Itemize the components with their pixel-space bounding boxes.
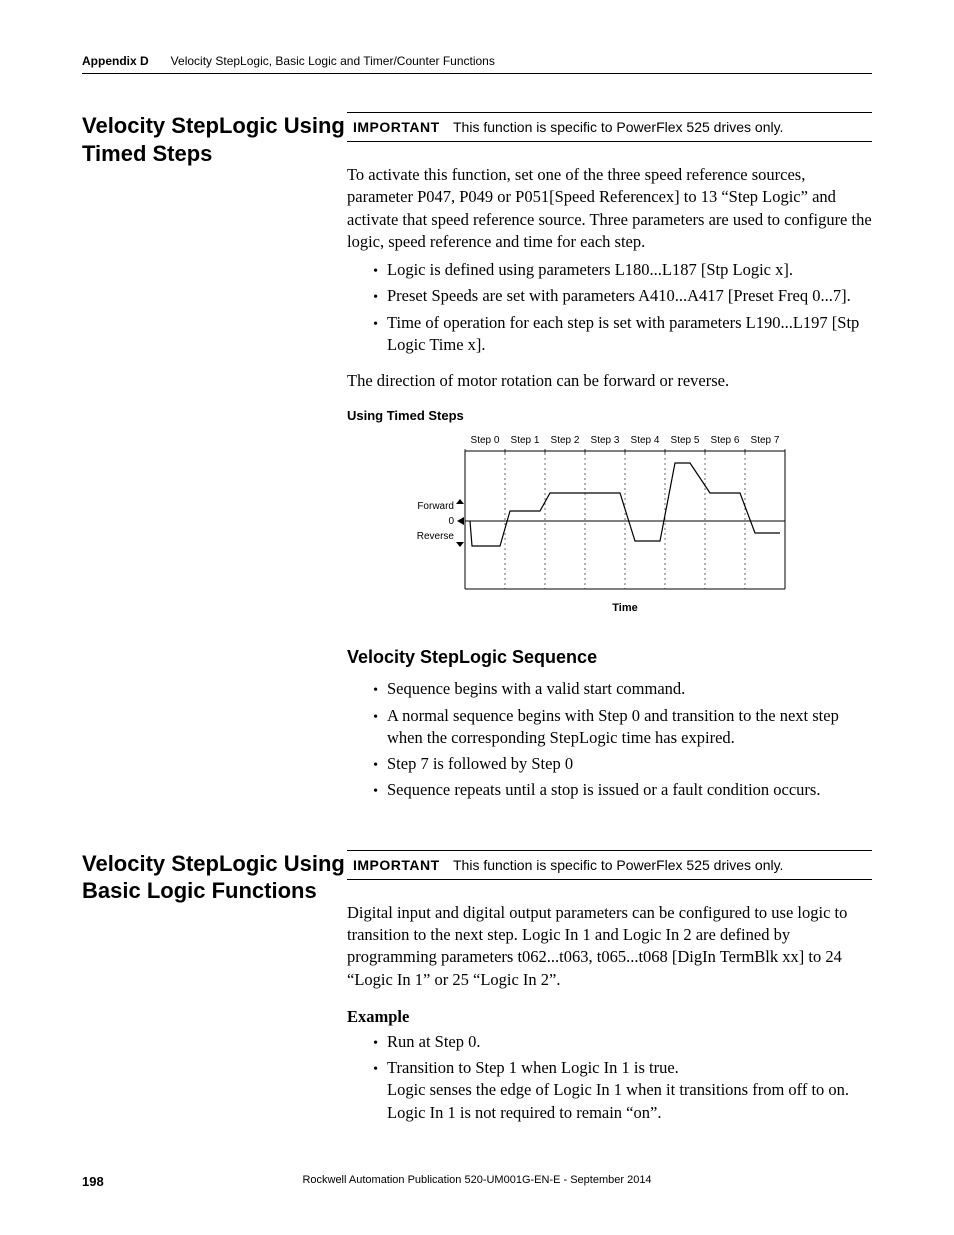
bullets-config: Logic is defined using parameters L180..… <box>347 259 872 356</box>
important-label: IMPORTANT <box>353 857 453 873</box>
chart-timed-steps: Step 0 Step 1 Step 2 Step 3 Step 4 Step … <box>347 431 872 621</box>
list-item: Preset Speeds are set with parameters A4… <box>385 285 872 307</box>
ylabel-zero: 0 <box>448 516 454 527</box>
tick-step4: Step 4 <box>630 435 659 446</box>
arrow-right-icon <box>457 517 464 525</box>
para-activate: To activate this function, set one of th… <box>347 164 872 253</box>
list-item: Transition to Step 1 when Logic In 1 is … <box>385 1057 872 1124</box>
example-heading: Example <box>347 1007 872 1027</box>
header-title: Velocity StepLogic, Basic Logic and Time… <box>171 54 495 68</box>
tick-step6: Step 6 <box>710 435 739 446</box>
list-item: A normal sequence begins with Step 0 and… <box>385 705 872 750</box>
important-text: This function is specific to PowerFlex 5… <box>453 857 783 873</box>
subhead-sequence: Velocity StepLogic Sequence <box>347 647 872 668</box>
bullets-sequence: Sequence begins with a valid start comma… <box>347 678 872 801</box>
tick-step0: Step 0 <box>470 435 499 446</box>
list-item: Sequence begins with a valid start comma… <box>385 678 872 700</box>
section-heading-timed: Velocity StepLogic Using Timed Steps <box>82 112 347 167</box>
section-timed-steps: Velocity StepLogic Using Timed Steps IMP… <box>82 112 872 816</box>
header-appendix: Appendix D <box>82 54 149 68</box>
list-item: Sequence repeats until a stop is issued … <box>385 779 872 801</box>
page-body: Velocity StepLogic Using Timed Steps IMP… <box>82 112 872 1155</box>
ylabel-reverse: Reverse <box>416 531 454 542</box>
list-item: Time of operation for each step is set w… <box>385 312 872 357</box>
page-footer: 198 Rockwell Automation Publication 520-… <box>82 1174 872 1189</box>
tick-step5: Step 5 <box>670 435 699 446</box>
para-digital: Digital input and digital output paramet… <box>347 902 872 991</box>
section-basic-logic: Velocity StepLogic Using Basic Logic Fun… <box>82 850 872 1138</box>
bullets-example: Run at Step 0. Transition to Step 1 when… <box>347 1031 872 1124</box>
ylabel-forward: Forward <box>417 501 454 512</box>
page: Appendix D Velocity StepLogic, Basic Log… <box>0 0 954 1235</box>
publication-id: Rockwell Automation Publication 520-UM00… <box>82 1174 872 1186</box>
arrow-up-icon <box>456 499 464 504</box>
chart-svg: Step 0 Step 1 Step 2 Step 3 Step 4 Step … <box>390 431 830 621</box>
list-item: Step 7 is followed by Step 0 <box>385 753 872 775</box>
tick-step7: Step 7 <box>750 435 779 446</box>
tick-step3: Step 3 <box>590 435 619 446</box>
important-box-1: IMPORTANT This function is specific to P… <box>347 112 872 142</box>
tick-step1: Step 1 <box>510 435 539 446</box>
arrow-down-icon <box>456 542 464 547</box>
tick-step2: Step 2 <box>550 435 579 446</box>
page-header: Appendix D Velocity StepLogic, Basic Log… <box>82 52 872 74</box>
xlabel-time: Time <box>612 602 637 614</box>
important-label: IMPORTANT <box>353 119 453 135</box>
para-direction: The direction of motor rotation can be f… <box>347 370 872 392</box>
important-box-2: IMPORTANT This function is specific to P… <box>347 850 872 880</box>
important-text: This function is specific to PowerFlex 5… <box>453 119 783 135</box>
list-item: Run at Step 0. <box>385 1031 872 1053</box>
list-item: Logic is defined using parameters L180..… <box>385 259 872 281</box>
chart-title: Using Timed Steps <box>347 408 872 423</box>
section-heading-basic: Velocity StepLogic Using Basic Logic Fun… <box>82 850 347 905</box>
